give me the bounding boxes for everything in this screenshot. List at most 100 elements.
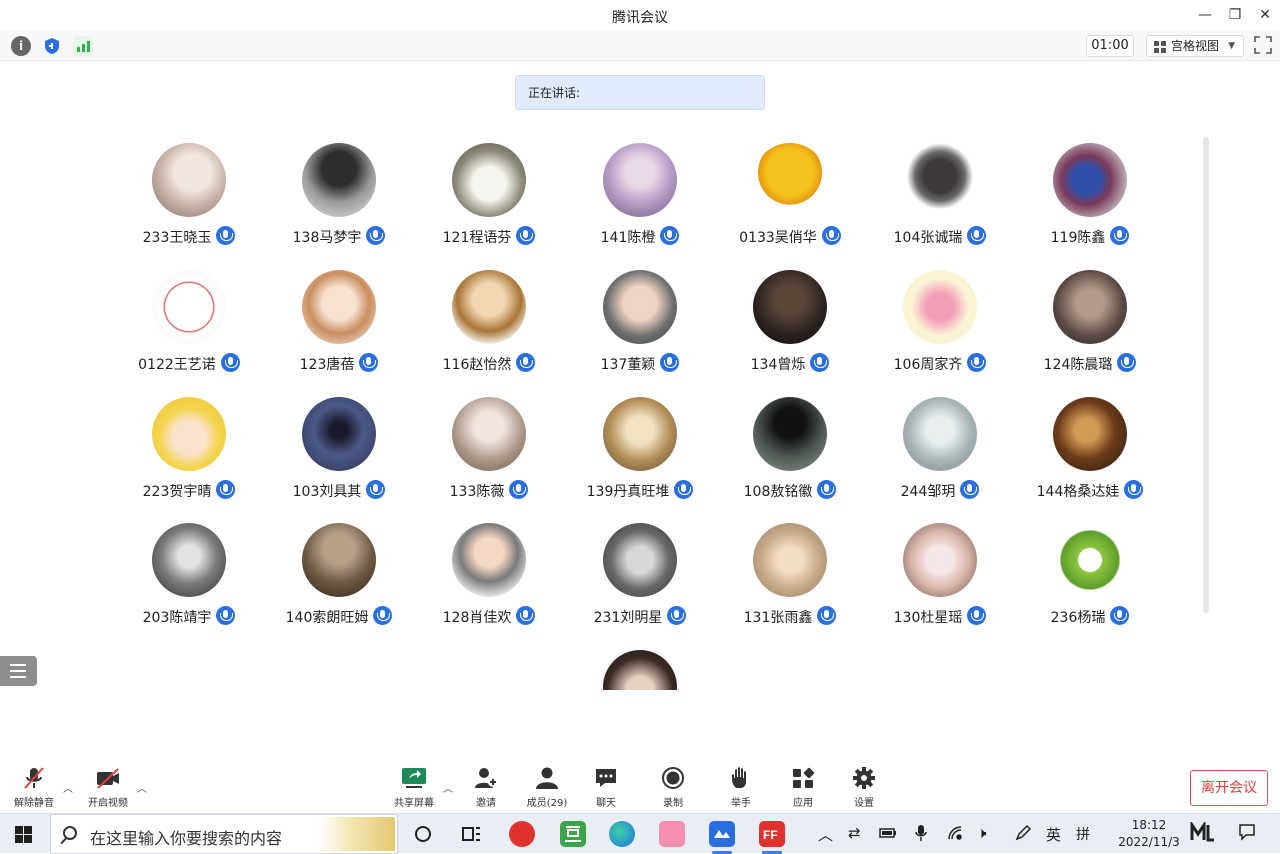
system-clock[interactable]: 18:12 2022/11/3 bbox=[1118, 817, 1180, 851]
view-mode-button[interactable]: 宫格视图 ▼ bbox=[1146, 35, 1244, 57]
tencent-meeting-icon[interactable] bbox=[709, 821, 735, 854]
bilibili-icon[interactable] bbox=[659, 821, 685, 847]
participant-name: 108敖铭徽 bbox=[715, 480, 865, 501]
avatar bbox=[1053, 270, 1127, 344]
participant-tile[interactable]: 0122王艺诺 bbox=[114, 257, 264, 377]
pen-icon[interactable] bbox=[1014, 824, 1032, 846]
avatar bbox=[603, 650, 677, 690]
participant-tile[interactable]: 223贺宇晴 bbox=[114, 384, 264, 504]
participant-name-text: 104张诚瑞 bbox=[893, 230, 963, 246]
share-screen-button[interactable]: 共享屏幕 bbox=[384, 766, 444, 812]
chevron-up-icon[interactable]: ︿ bbox=[818, 824, 833, 845]
start-video-button[interactable]: 开启视频 bbox=[78, 766, 138, 812]
participant-tile[interactable]: 119陈鑫 bbox=[1015, 130, 1165, 250]
participant-tile[interactable]: 138马梦宇 bbox=[264, 130, 414, 250]
ff-app-icon[interactable]: FF bbox=[759, 821, 785, 854]
chat-button[interactable]: 聊天 bbox=[576, 766, 636, 812]
mic-status-icon bbox=[817, 606, 837, 625]
participant-tile[interactable]: 131张雨鑫 bbox=[715, 510, 865, 630]
signal-icon[interactable] bbox=[73, 36, 93, 56]
participant-tile[interactable]: 124陈晨璐 bbox=[1015, 257, 1165, 377]
avatar bbox=[1053, 523, 1127, 597]
participant-tile[interactable]: 144格桑达娃 bbox=[1015, 384, 1165, 504]
participant-tile[interactable]: 108敖铭徽 bbox=[715, 384, 865, 504]
netease-music-icon[interactable] bbox=[509, 821, 535, 847]
participant-tile[interactable]: 137董颖 bbox=[565, 257, 715, 377]
participant-name: 124陈晨璐 bbox=[1015, 353, 1165, 374]
participant-tile[interactable]: 128肖佳欢 bbox=[414, 510, 564, 630]
participant-tile[interactable]: 130杜星瑶 bbox=[865, 510, 1015, 630]
invite-button[interactable]: 邀请 bbox=[456, 766, 516, 812]
douban-icon[interactable] bbox=[560, 821, 586, 847]
raise-hand-button[interactable]: 举手 bbox=[711, 766, 771, 812]
participant-tile[interactable]: 141陈橙 bbox=[565, 130, 715, 250]
avatar bbox=[302, 397, 376, 471]
speaker-muted-icon[interactable]: 🕨 bbox=[977, 824, 986, 842]
info-icon[interactable]: i bbox=[11, 36, 31, 56]
sync-icon[interactable]: ⇄ bbox=[848, 824, 861, 842]
unmute-button[interactable]: 解除静音 bbox=[4, 766, 64, 812]
participant-tile[interactable]: 123唐蓓 bbox=[264, 257, 414, 377]
taskbar-search-input[interactable]: 在这里输入你要搜索的内容 bbox=[50, 814, 398, 854]
battery-icon[interactable] bbox=[879, 826, 897, 844]
participant-name-text: 131张雨鑫 bbox=[743, 610, 813, 626]
mic-status-icon bbox=[810, 353, 830, 372]
task-view-icon[interactable] bbox=[410, 821, 436, 847]
speaking-indicator: 正在讲话: bbox=[515, 75, 765, 110]
close-button[interactable]: ✕ bbox=[1252, 4, 1278, 26]
list-toggle-button[interactable] bbox=[0, 656, 37, 686]
participant-name: 128肖佳欢 bbox=[414, 606, 564, 627]
participant-name-text: 106周家齐 bbox=[893, 357, 963, 373]
shield-icon[interactable] bbox=[42, 36, 62, 56]
mic-status-icon bbox=[359, 353, 379, 372]
grid-scrollbar[interactable] bbox=[1203, 137, 1209, 613]
mic-muted-icon bbox=[21, 766, 47, 790]
chevron-up-icon[interactable]: ︿ bbox=[137, 780, 147, 795]
mic-status-icon bbox=[366, 226, 386, 245]
copilot-icon[interactable] bbox=[1190, 820, 1216, 847]
fullscreen-icon[interactable] bbox=[1254, 36, 1272, 54]
mic-status-icon bbox=[967, 226, 987, 245]
participant-tile[interactable]: 121程语芬 bbox=[414, 130, 564, 250]
minimize-button[interactable]: — bbox=[1192, 4, 1218, 26]
participant-tile[interactable]: 133陈薇 bbox=[414, 384, 564, 504]
wifi-icon[interactable] bbox=[946, 824, 964, 846]
leave-meeting-button[interactable]: 离开会议 bbox=[1190, 770, 1268, 806]
members-button[interactable]: 成员(29) bbox=[517, 766, 577, 812]
participant-tile[interactable]: 104张诚瑞 bbox=[865, 130, 1015, 250]
participant-tile[interactable]: 139丹真旺堆 bbox=[565, 384, 715, 504]
avatar bbox=[302, 523, 376, 597]
apps-button[interactable]: 应用 bbox=[773, 766, 833, 812]
edge-browser-icon[interactable] bbox=[609, 821, 635, 847]
restore-button[interactable]: ❐ bbox=[1222, 4, 1248, 26]
mic-status-icon bbox=[216, 606, 236, 625]
mic-status-icon bbox=[216, 226, 236, 245]
window-title: 腾讯会议 bbox=[612, 10, 668, 26]
windows-start-icon[interactable] bbox=[15, 826, 32, 843]
participant-name: 0122王艺诺 bbox=[114, 353, 264, 374]
ime-mode[interactable]: 拼 bbox=[1076, 824, 1090, 844]
avatar bbox=[302, 270, 376, 344]
widgets-icon[interactable] bbox=[458, 821, 484, 847]
settings-button[interactable]: 设置 bbox=[834, 766, 894, 812]
microphone-icon[interactable] bbox=[914, 824, 928, 846]
participant-tile[interactable]: 0133吴俏华 bbox=[715, 130, 865, 250]
participant-tile[interactable]: 106周家齐 bbox=[865, 257, 1015, 377]
participant-tile[interactable]: 244邹玥 bbox=[865, 384, 1015, 504]
participant-tile[interactable]: 203陈靖宇 bbox=[114, 510, 264, 630]
ime-language[interactable]: 英 bbox=[1046, 824, 1061, 845]
participant-tile[interactable]: 236杨瑞 bbox=[1015, 510, 1165, 630]
share-screen-label: 共享屏幕 bbox=[394, 798, 434, 809]
participant-tile[interactable]: 116赵怡然 bbox=[414, 257, 564, 377]
participant-tile[interactable]: 134曾烁 bbox=[715, 257, 865, 377]
participant-tile[interactable]: 231刘明星 bbox=[565, 510, 715, 630]
participant-tile[interactable] bbox=[565, 637, 715, 690]
chevron-up-icon[interactable]: ︿ bbox=[443, 780, 453, 795]
participant-tile[interactable]: 140索朗旺姆 bbox=[264, 510, 414, 630]
notification-icon[interactable] bbox=[1238, 823, 1256, 845]
record-button[interactable]: 录制 bbox=[643, 766, 703, 812]
participant-tile[interactable]: 233王晓玉 bbox=[114, 130, 264, 250]
participant-name-text: 223贺宇晴 bbox=[142, 484, 212, 500]
participant-tile[interactable]: 103刘具其 bbox=[264, 384, 414, 504]
chevron-up-icon[interactable]: ︿ bbox=[63, 780, 73, 795]
